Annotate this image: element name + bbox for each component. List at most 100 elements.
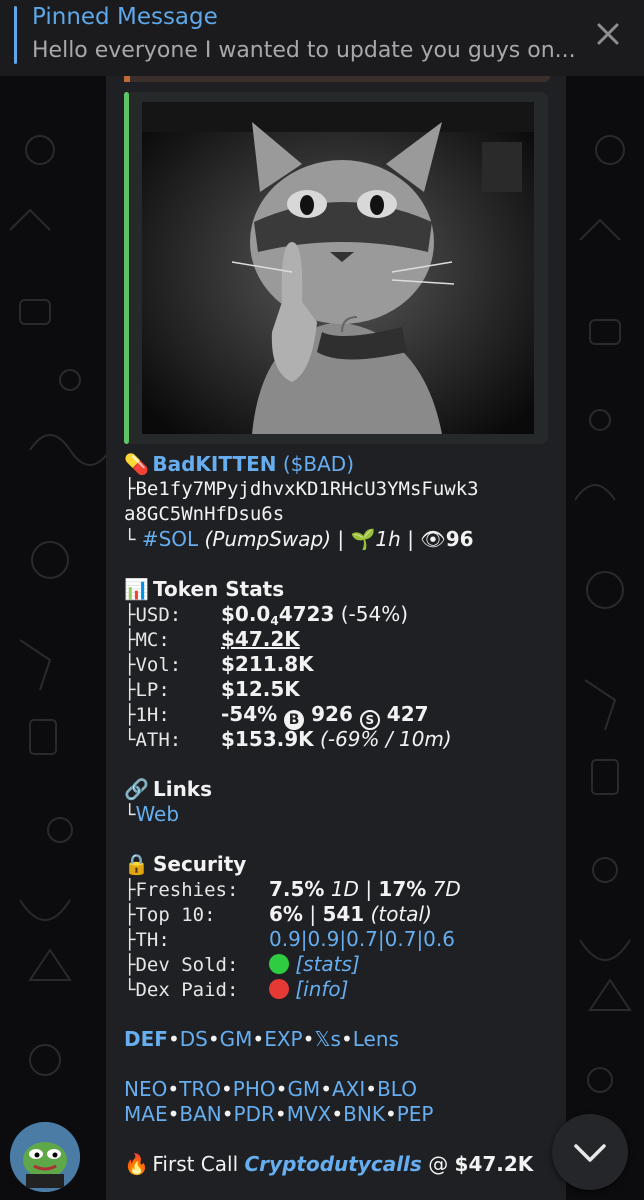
stat-lp: ├LP: $12.5K [124, 677, 554, 702]
tool-link[interactable]: TRO [179, 1077, 221, 1101]
links-title: Links [152, 777, 213, 801]
green-status-icon [269, 954, 289, 974]
tool-link[interactable]: 𝕏s [314, 1027, 341, 1051]
tool-link[interactable]: GM [287, 1077, 320, 1101]
scroll-to-bottom-button[interactable] [552, 1114, 628, 1190]
stat-1h: ├1H: -54% B 926 S 427 [124, 702, 554, 730]
stat-label-lp: ├LP: [124, 679, 170, 701]
sec-value-dev-sold: [stats] [269, 952, 360, 977]
stat-label-1h: ├1H: [124, 704, 170, 726]
token-ticker-link[interactable]: ($BAD) [283, 452, 354, 476]
token-stats-title: Token Stats [152, 577, 285, 601]
pinned-preview-text: Hello everyone I wanted to update you gu… [32, 38, 576, 63]
stat-value-lp: $12.5K [221, 677, 300, 701]
security-freshies: ├Freshies: 7.5% 1D | 17% 7D [124, 877, 554, 902]
link-preview[interactable] [124, 92, 548, 444]
chart-icon: 📊 [124, 577, 149, 601]
separator: | [407, 527, 414, 551]
fire-icon: 🔥 [124, 1152, 149, 1176]
token-line: 💊 BadKITTEN ($BAD) [124, 452, 554, 477]
security-dev-sold: ├Dev Sold: [stats] [124, 952, 554, 977]
stat-value-mc[interactable]: $47.2K [221, 627, 300, 652]
tool-link[interactable]: PEP [397, 1102, 434, 1126]
caller-link[interactable]: Cryptodutycalls [245, 1152, 422, 1176]
previous-message-edge [124, 76, 550, 82]
dex-info-link[interactable]: [info] [295, 977, 348, 1001]
stat-label-ath: └ATH: [124, 729, 182, 751]
sec-label-th: ├TH: [124, 929, 170, 951]
pinned-accent-bar [14, 6, 17, 64]
tool-link[interactable]: AXI [332, 1077, 365, 1101]
tool-link[interactable]: GM [220, 1027, 253, 1051]
tree-prefix: └ [124, 529, 136, 551]
chain-line: └ #SOL (PumpSwap) | 🌱1h | 👁96 [124, 527, 554, 552]
token-address-line1[interactable]: ├Be1fy7MPyjdhvxKD1RHcU3YMsFuwk3 [124, 477, 554, 502]
tools-row-3: MAE•BAN•PDR•MVX•BNK•PEP [124, 1102, 434, 1126]
tool-link[interactable]: NEO [124, 1077, 167, 1101]
tool-link[interactable]: Lens [353, 1027, 399, 1051]
tool-link[interactable]: PHO [233, 1077, 276, 1101]
sender-avatar[interactable] [10, 1122, 80, 1192]
stat-value-usd: $0.044723 (-54%) [221, 602, 409, 628]
security-title: Security [152, 852, 247, 876]
stat-ath: └ATH: $153.9K (-69% / 10m) [124, 727, 554, 752]
tool-link[interactable]: BAN [179, 1102, 221, 1126]
tool-link[interactable]: MAE [124, 1102, 168, 1126]
dev-stats-link[interactable]: [stats] [295, 952, 359, 976]
tool-link[interactable]: DS [180, 1027, 208, 1051]
red-status-icon [269, 979, 289, 999]
first-call-label: First Call [152, 1152, 239, 1176]
tree-prefix: └ [124, 804, 136, 826]
token-name-link[interactable]: BadKITTEN [152, 452, 276, 476]
link-preview-accent-bar [124, 92, 129, 444]
link-icon: 🔗 [124, 777, 149, 801]
chain-hashtag-link[interactable]: #SOL [142, 527, 198, 551]
at-sign: @ [428, 1152, 449, 1176]
pinned-title: Pinned Message [32, 4, 218, 30]
sec-label-top10: ├Top 10: [124, 904, 216, 926]
stat-vol: ├Vol: $211.8K [124, 652, 554, 677]
tools-row-2: NEO•TRO•PHO•GM•AXI•BLO [124, 1077, 417, 1101]
tool-link[interactable]: DEF [124, 1027, 168, 1051]
eye-icon: 👁 [420, 527, 446, 551]
tool-link[interactable]: BLO [377, 1077, 417, 1101]
pill-icon: 💊 [124, 452, 149, 476]
tool-link[interactable]: EXP [264, 1027, 302, 1051]
links-heading: 🔗 Links [124, 777, 554, 802]
tool-link[interactable]: MVX [287, 1102, 332, 1126]
tool-link[interactable]: BNK [343, 1102, 385, 1126]
message-text: 💊 BadKITTEN ($BAD) ├Be1fy7MPyjdhvxKD1RHc… [124, 452, 554, 1177]
security-top10: ├Top 10: 6% | 541 (total) [124, 902, 554, 927]
security-dex-paid: └Dex Paid: [info] [124, 977, 554, 1002]
stat-label-vol: ├Vol: [124, 654, 182, 676]
first-call-line: 🔥 First Call Cryptodutycalls @ $47.2K [124, 1152, 554, 1177]
stat-value-vol: $211.8K [221, 652, 314, 676]
first-call-value: $47.2K [454, 1152, 534, 1176]
sec-value-freshies: 7.5% 1D | 17% 7D [269, 877, 461, 901]
sec-label-freshies: ├Freshies: [124, 879, 239, 901]
stat-usd: ├USD: $0.044723 (-54%) [124, 602, 554, 628]
tools-row-1: DEF•DS•GM•EXP•𝕏s•Lens [124, 1027, 399, 1051]
seedling-icon: 🌱 [350, 527, 376, 551]
sec-value-dex-paid: [info] [269, 977, 348, 1002]
lock-icon: 🔒 [124, 852, 149, 876]
pinned-message-bar[interactable]: Pinned Message Hello everyone I wanted t… [0, 0, 644, 76]
token-address-line2[interactable]: a8GC5WnHfDsu6s [124, 502, 554, 527]
preview-photo-cat[interactable] [142, 102, 534, 434]
links-web-row: └Web [124, 802, 554, 827]
sec-value-th[interactable]: 0.9|0.9|0.7|0.7|0.6 [269, 927, 455, 952]
token-age: 1h [375, 527, 401, 551]
view-count: 96 [445, 527, 474, 551]
dex-name: (PumpSwap) [204, 527, 332, 551]
close-icon[interactable] [590, 16, 626, 52]
sec-label-dex-paid: └Dex Paid: [124, 979, 239, 1001]
security-th: ├TH: 0.9|0.9|0.7|0.7|0.6 [124, 927, 554, 952]
stat-mc: ├MC: $47.2K [124, 627, 554, 652]
tool-link[interactable]: PDR [234, 1102, 275, 1126]
sec-value-top10: 6% | 541 (total) [269, 902, 432, 926]
separator: | [337, 527, 345, 551]
web-link[interactable]: Web [135, 802, 179, 826]
stat-label-mc: ├MC: [124, 629, 170, 651]
stat-label-usd: ├USD: [124, 604, 182, 626]
message-bubble[interactable]: 💊 BadKITTEN ($BAD) ├Be1fy7MPyjdhvxKD1RHc… [106, 76, 566, 1200]
